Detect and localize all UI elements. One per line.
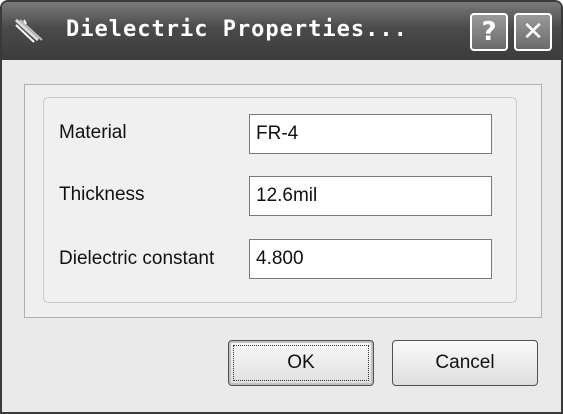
pcb-tool-icon bbox=[14, 18, 44, 44]
material-field[interactable] bbox=[249, 114, 492, 154]
title-bar[interactable]: Dielectric Properties... ? ✕ bbox=[2, 2, 561, 60]
close-button[interactable]: ✕ bbox=[514, 13, 552, 51]
cancel-button[interactable]: Cancel bbox=[392, 340, 538, 386]
help-icon: ? bbox=[481, 17, 497, 47]
focus-rectangle bbox=[233, 345, 369, 381]
close-icon: ✕ bbox=[522, 17, 544, 47]
thickness-field[interactable] bbox=[249, 176, 492, 216]
ok-button[interactable]: OK bbox=[228, 340, 374, 386]
dielectric-constant-label: Dielectric constant bbox=[59, 248, 215, 269]
dielectric-constant-field[interactable] bbox=[249, 239, 492, 279]
dialog-content-panel: Material Thickness Dielectric constant bbox=[24, 84, 542, 318]
dialog-window: Dielectric Properties... ? ✕ Material Th… bbox=[0, 0, 563, 414]
cancel-button-label: Cancel bbox=[435, 352, 495, 373]
help-button[interactable]: ? bbox=[470, 13, 508, 51]
window-title: Dielectric Properties... bbox=[66, 17, 408, 42]
thickness-label: Thickness bbox=[59, 184, 145, 205]
material-label: Material bbox=[59, 122, 127, 143]
properties-group: Material Thickness Dielectric constant bbox=[43, 97, 517, 303]
